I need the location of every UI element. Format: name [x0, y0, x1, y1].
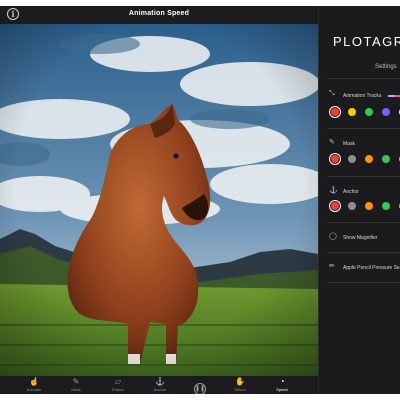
pause-button[interactable]: ❚❚ [186, 377, 214, 394]
mask-color-swatch[interactable] [348, 155, 356, 163]
settings-heading: Settings [375, 64, 397, 70]
select-tool[interactable]: ✋ Select [226, 377, 254, 393]
app-window: i Animation Speed ☝ Animate ✎ Mask ▱ Era… [0, 6, 400, 394]
mask-tool[interactable]: ✎ Mask [62, 377, 90, 393]
speedometer-icon: ◔ [279, 377, 285, 386]
eraser-icon: ▱ [114, 377, 122, 386]
app-logo: PLOTAGRA [333, 34, 400, 49]
divider [327, 78, 400, 79]
track-line-preview [388, 95, 400, 97]
pencil-icon: ✏ [329, 263, 335, 270]
magnifier-icon: ◯ [329, 233, 337, 240]
divider [327, 252, 400, 253]
eraser-tool[interactable]: ▱ Eraser [104, 377, 132, 393]
divider [327, 222, 400, 223]
anchor-color-swatch[interactable] [331, 202, 339, 210]
anchor-icon: ⚓ [329, 187, 338, 194]
hand-pointer-icon: ☝ [29, 377, 39, 386]
anchor-color-swatch[interactable] [365, 202, 373, 210]
pen-icon: ✎ [72, 377, 80, 386]
mask-brush-icon: ✎ [329, 139, 335, 146]
animation-tracks-icon: ⤡ [329, 90, 335, 97]
animate-tool[interactable]: ☝ Animate [20, 377, 48, 393]
bottom-toolbar: ☝ Animate ✎ Mask ▱ Eraser ⚓ Anchor ❚❚ ✋ … [0, 376, 318, 394]
magnifier-label[interactable]: Show Magnifier [343, 235, 377, 241]
photo-canvas[interactable] [0, 24, 318, 376]
anchor-color-swatch[interactable] [348, 202, 356, 210]
divider [327, 128, 400, 129]
hand-icon: ✋ [235, 377, 245, 386]
divider [327, 282, 400, 283]
mask-color-swatch[interactable] [382, 155, 390, 163]
pause-icon: ❚❚ [194, 383, 206, 394]
track-color-swatch[interactable] [365, 108, 373, 116]
anchor-label: Anchor [343, 189, 359, 195]
divider [327, 176, 400, 177]
top-bar: i Animation Speed [0, 6, 318, 24]
mask-label: Mask [343, 141, 355, 147]
mask-color-swatch[interactable] [365, 155, 373, 163]
anchor-tool[interactable]: ⚓ Anchor [146, 377, 174, 393]
track-color-swatch[interactable] [331, 108, 339, 116]
mask-color-swatch[interactable] [331, 155, 339, 163]
pencil-pressure-label[interactable]: Apple Pencil Pressure Se [343, 265, 400, 271]
animation-tracks-label: Animation Tracks [343, 93, 382, 99]
anchor-color-swatch[interactable] [382, 202, 390, 210]
anchor-icon: ⚓ [155, 377, 165, 386]
track-color-swatch[interactable] [382, 108, 390, 116]
settings-sidebar: PLOTAGRA Settings ⤡ Animation Tracks ✎ M… [318, 6, 400, 394]
page-title: Animation Speed [128, 10, 190, 17]
track-color-swatch[interactable] [348, 108, 356, 116]
speed-tool[interactable]: ◔ Speed [268, 377, 296, 393]
